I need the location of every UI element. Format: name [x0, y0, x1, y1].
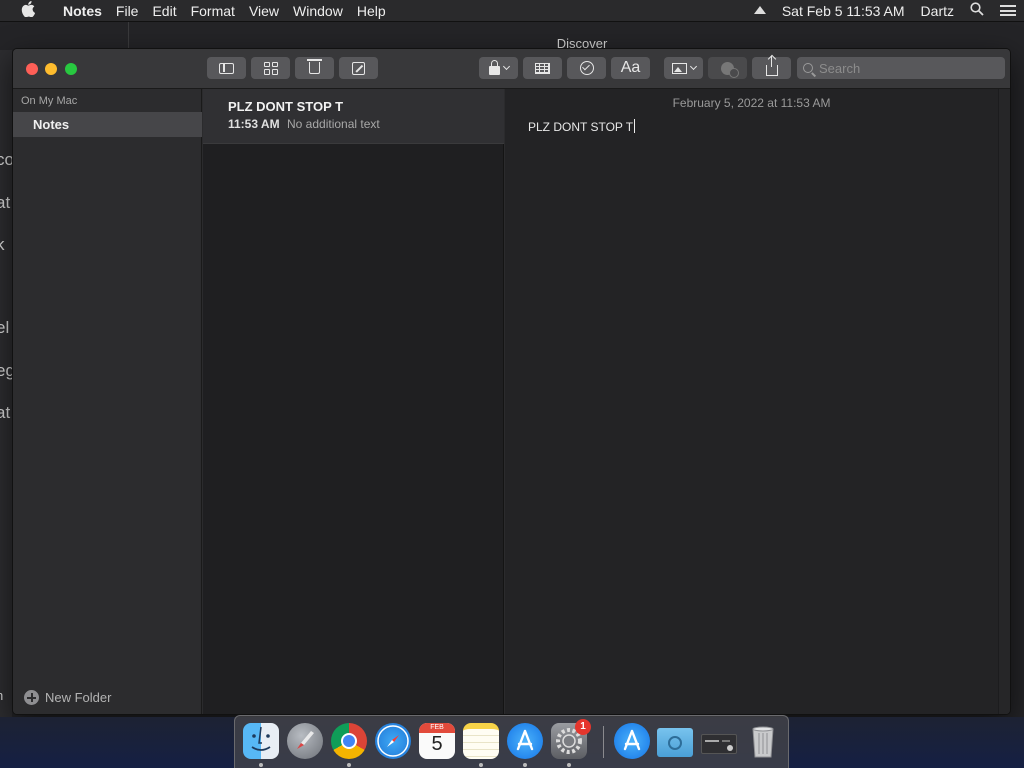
running-indicator [523, 763, 527, 767]
note-title: PLZ DONT STOP T [228, 99, 344, 114]
lock-note-button[interactable] [479, 57, 518, 79]
zoom-window-button[interactable] [65, 63, 77, 75]
minimize-window-button[interactable] [45, 63, 57, 75]
text-caret [634, 119, 636, 133]
note-date: February 5, 2022 at 11:53 AM [672, 96, 831, 110]
dock: FEB 5 1 [234, 715, 789, 768]
note-body-text[interactable]: PLZ DONT STOP T [528, 119, 636, 134]
menu-file[interactable]: File [109, 0, 146, 22]
app-store-download-icon[interactable] [614, 723, 650, 759]
menu-format[interactable]: Format [184, 0, 242, 22]
folder-icon[interactable] [657, 728, 693, 757]
chevron-down-icon [689, 62, 697, 71]
menubar-clock[interactable]: Sat Feb 5 11:53 AM [774, 0, 913, 22]
sidebar-icon [219, 62, 234, 74]
apple-menu-icon[interactable] [0, 0, 56, 21]
background-text-fragment: co [0, 150, 12, 169]
calendar-month: FEB [419, 723, 455, 733]
running-indicator [347, 763, 351, 767]
close-window-button[interactable] [26, 63, 38, 75]
trash-icon [307, 59, 322, 74]
checklist-icon [579, 61, 594, 75]
search-input[interactable] [819, 60, 999, 76]
note-editor[interactable]: February 5, 2022 at 11:53 AM PLZ DONT ST… [505, 89, 998, 714]
calendar-icon[interactable]: FEB 5 [419, 723, 455, 759]
menu-view[interactable]: View [242, 0, 286, 22]
scrollbar-track[interactable] [998, 89, 1010, 714]
notes-window: Aa On My Mac Notes New Folder PLZ DONT S… [12, 48, 1011, 715]
note-time: 11:53 AM [228, 117, 280, 131]
share-icon [765, 55, 778, 76]
background-text-fragment: el [0, 318, 10, 337]
new-folder-label: New Folder [45, 690, 112, 705]
new-folder-button[interactable]: New Folder [24, 690, 111, 705]
sidebar-section-header: On My Mac [21, 95, 78, 107]
share-button[interactable] [752, 55, 791, 79]
control-center-icon[interactable] [992, 5, 1024, 16]
new-note-button[interactable] [339, 57, 378, 79]
search-field[interactable] [797, 57, 1005, 79]
toggle-sidebar-button[interactable] [207, 57, 246, 79]
table-button[interactable] [523, 57, 562, 79]
format-text-icon: Aa [620, 59, 641, 76]
background-text-fragment: n [0, 688, 3, 703]
menu-app-notes[interactable]: Notes [56, 0, 109, 22]
eject-icon[interactable] [746, 5, 774, 15]
compose-icon [352, 61, 365, 75]
background-window-sidebar: co at k el eg at n [0, 50, 12, 717]
spotlight-search-icon[interactable] [962, 0, 992, 22]
background-text-fragment: eg [0, 361, 12, 380]
background-text-fragment: at [0, 403, 11, 422]
collaborate-icon [721, 61, 739, 78]
sidebar-item-notes[interactable]: Notes [13, 112, 202, 137]
safari-icon[interactable] [375, 723, 411, 759]
note-body-content: PLZ DONT STOP T [528, 120, 634, 134]
menu-bar: Notes File Edit Format View Window Help … [0, 0, 1024, 22]
delete-note-button[interactable] [295, 57, 334, 79]
folders-sidebar: On My Mac Notes New Folder [13, 89, 202, 714]
background-text-fragment: at [0, 193, 11, 212]
finder-icon[interactable] [243, 723, 279, 759]
notification-badge: 1 [575, 719, 591, 735]
add-circle-icon [24, 690, 39, 705]
menu-help[interactable]: Help [350, 0, 393, 22]
chrome-icon[interactable] [331, 723, 367, 759]
screenshot-icon[interactable] [701, 734, 737, 754]
menu-edit[interactable]: Edit [145, 0, 183, 22]
notes-toolbar: Aa [13, 49, 1010, 89]
search-icon [803, 63, 813, 73]
table-icon [535, 62, 550, 74]
trash-icon[interactable] [745, 723, 781, 759]
running-indicator [259, 763, 263, 767]
gallery-view-button[interactable] [251, 57, 290, 79]
running-indicator [567, 763, 571, 767]
lock-icon [488, 59, 500, 75]
calendar-day: 5 [431, 733, 443, 755]
list-item[interactable]: PLZ DONT STOP T 11:53 AM No additional t… [203, 89, 504, 144]
note-preview: No additional text [287, 117, 380, 131]
launchpad-icon[interactable] [287, 723, 323, 759]
dock-separator [603, 726, 604, 758]
add-people-button[interactable] [708, 57, 747, 79]
notes-list: PLZ DONT STOP T 11:53 AM No additional t… [203, 89, 504, 714]
media-button[interactable] [664, 57, 703, 79]
menu-window[interactable]: Window [286, 0, 350, 22]
format-button[interactable]: Aa [611, 57, 650, 79]
grid-icon [263, 61, 278, 75]
app-store-icon[interactable] [507, 723, 543, 759]
photo-icon [671, 62, 687, 74]
notes-icon[interactable] [463, 723, 499, 759]
chevron-down-icon [502, 62, 510, 71]
running-indicator [479, 763, 483, 767]
menubar-user[interactable]: Dartz [913, 0, 962, 22]
background-text-fragment: k [0, 235, 5, 254]
checklist-button[interactable] [567, 57, 606, 79]
